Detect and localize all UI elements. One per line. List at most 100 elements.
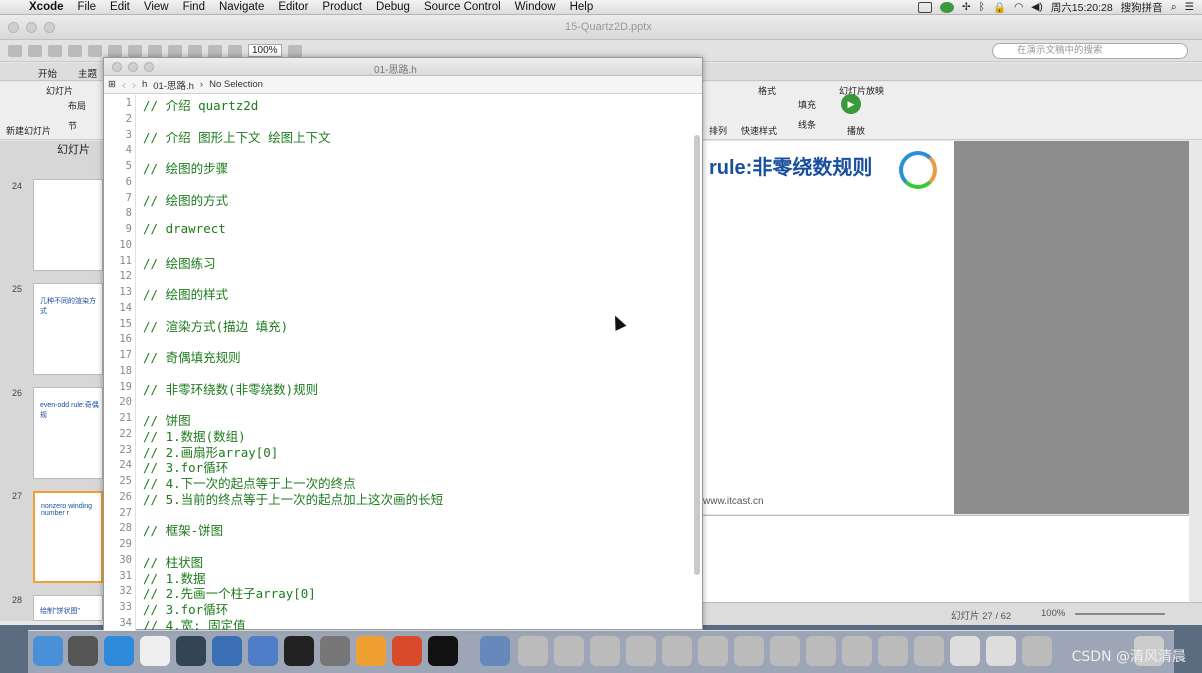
menu-help[interactable]: Help [563, 1, 601, 13]
code-line[interactable]: 3// 介绍 图形上下文 绘图上下文 [104, 127, 694, 145]
tab-home[interactable]: 开始 [38, 66, 57, 80]
back-icon[interactable]: ‹ [122, 78, 126, 92]
code-line[interactable]: 25// 4.下一次的起点等于上一次的终点 [104, 473, 694, 491]
code-line[interactable]: 24// 3.for循环 [104, 457, 694, 475]
chrome-icon[interactable] [480, 636, 510, 666]
templates-icon[interactable] [28, 44, 42, 57]
play-icon[interactable]: ▶ [841, 94, 861, 114]
launchpad-icon[interactable] [68, 636, 98, 666]
menu-file[interactable]: File [71, 1, 104, 13]
minimized-window-icon[interactable] [914, 636, 944, 666]
menu-source-control[interactable]: Source Control [417, 1, 508, 13]
minimized-window-icon[interactable] [518, 636, 548, 666]
minimize-icon[interactable] [128, 62, 138, 72]
safari-icon[interactable] [104, 636, 134, 666]
evernote-icon[interactable] [939, 1, 954, 13]
zoom-slider[interactable] [1075, 613, 1165, 615]
minimized-window-icon[interactable] [806, 636, 836, 666]
code-line[interactable]: 4 [104, 142, 694, 158]
menu-editor[interactable]: Editor [271, 1, 315, 13]
notes-pane[interactable] [703, 515, 1189, 602]
redo-icon[interactable] [208, 44, 222, 57]
photo-app-icon[interactable] [176, 636, 206, 666]
clock[interactable]: 周六15:20:28 [1051, 0, 1113, 15]
code-line[interactable]: 20 [104, 394, 694, 410]
minimized-window-icon[interactable] [590, 636, 620, 666]
code-line[interactable]: 23// 2.画扇形array[0] [104, 442, 694, 460]
fill-button[interactable]: 填充 [798, 98, 816, 111]
code-line[interactable]: 32// 2.先画一个柱子array[0] [104, 583, 694, 601]
code-line[interactable]: 26// 5.当前的终点等于上一次的起点加上这次画的长短 [104, 489, 694, 507]
code-line[interactable]: 11// 绘图练习 [104, 253, 694, 271]
code-line[interactable]: 33// 3.for循环 [104, 599, 694, 617]
code-line[interactable]: 13// 绘图的样式 [104, 284, 694, 302]
mouse-app-icon[interactable] [140, 636, 170, 666]
menu-window[interactable]: Window [508, 1, 563, 13]
code-line[interactable]: 21// 饼图 [104, 410, 694, 428]
close-icon[interactable] [112, 62, 122, 72]
code-line[interactable]: 5// 绘图的步骤 [104, 158, 694, 176]
code-line[interactable]: 8 [104, 205, 694, 221]
minimized-window-icon[interactable] [698, 636, 728, 666]
help-icon[interactable] [287, 44, 302, 57]
notification-center-icon[interactable]: ☰ [1185, 1, 1194, 13]
copy-icon[interactable] [128, 44, 142, 57]
bluetooth-icon[interactable]: ᛒ [979, 1, 985, 13]
jump-bar-file[interactable]: 01-思路.h [153, 78, 194, 92]
save-icon[interactable] [68, 44, 82, 57]
quick-styles-button[interactable]: 快速样式 [741, 124, 777, 137]
code-line[interactable]: 16 [104, 331, 694, 347]
finder-icon[interactable] [33, 636, 63, 666]
section-button[interactable]: 节 [68, 119, 77, 132]
minimized-window-icon[interactable] [626, 636, 656, 666]
minimized-window-icon[interactable] [770, 636, 800, 666]
xcode-icon[interactable] [212, 636, 242, 666]
new-icon[interactable] [8, 44, 22, 57]
instruments-icon[interactable] [248, 636, 278, 666]
layout-button[interactable]: 布局 [68, 99, 86, 112]
code-line[interactable]: 15// 渲染方式(描边 填充) [104, 316, 694, 334]
forward-icon[interactable]: › [132, 78, 136, 92]
menu-edit[interactable]: Edit [103, 1, 137, 13]
code-text[interactable]: // 4.宽: 固定值 [143, 615, 246, 631]
source-editor[interactable]: 1// 介绍 quartz2d 2 3// 介绍 图形上下文 绘图上下文 4 5// 绘… [104, 95, 702, 631]
code-line[interactable]: 34 // 4.宽: 固定值 [104, 615, 694, 631]
cut-icon[interactable] [108, 44, 122, 57]
current-slide[interactable]: rule:非零绕数规则 www.itcast.cn [703, 141, 954, 514]
menu-view[interactable]: View [137, 1, 176, 13]
minimized-window-icon[interactable] [734, 636, 764, 666]
code-line[interactable]: 27 [104, 505, 694, 521]
menu-xcode[interactable]: Xcode [22, 1, 71, 13]
code-line[interactable]: 14 [104, 300, 694, 316]
minimized-window-icon[interactable] [950, 636, 980, 666]
camera-icon[interactable] [917, 1, 932, 13]
menu-find[interactable]: Find [176, 1, 212, 13]
minimized-window-icon[interactable] [554, 636, 584, 666]
code-line[interactable]: 28// 框架-饼图 [104, 520, 694, 538]
sketch-icon[interactable] [356, 636, 386, 666]
spotlight-icon[interactable]: ⌕ [1171, 1, 1177, 14]
slide-thumbnail[interactable]: 绘制"饼状图" [33, 595, 103, 621]
code-line[interactable]: 30// 柱状图 [104, 552, 694, 570]
editor-scrollbar[interactable] [694, 135, 700, 575]
code-line[interactable]: 22// 1.数据(数组) [104, 426, 694, 444]
code-line[interactable]: 19// 非零环绕数(非零绕数)规则 [104, 379, 694, 397]
table-icon[interactable] [228, 44, 242, 57]
tab-themes[interactable]: 主题 [78, 66, 97, 80]
code-line[interactable]: 18 [104, 363, 694, 379]
zoom-icon[interactable] [144, 62, 154, 72]
wifi-icon[interactable]: ◠ [1014, 1, 1023, 13]
code-line[interactable]: 29 [104, 536, 694, 552]
minimized-window-icon[interactable] [986, 636, 1016, 666]
open-icon[interactable] [48, 44, 62, 57]
lock-icon[interactable]: 🔒 [993, 1, 1006, 14]
code-line[interactable]: 2 [104, 111, 694, 127]
slide-thumbnail-selected[interactable]: nonzero winding number r [33, 491, 103, 583]
fan-icon[interactable]: ✢ [962, 1, 971, 13]
ime-indicator[interactable]: 搜狗拼音 [1121, 0, 1163, 15]
minimized-window-icon[interactable] [1022, 636, 1052, 666]
undo-icon[interactable] [188, 44, 202, 57]
console-icon[interactable] [428, 636, 458, 666]
ppt-search-input[interactable]: 在演示文稿中的搜索 [992, 43, 1188, 59]
minimized-window-icon[interactable] [662, 636, 692, 666]
